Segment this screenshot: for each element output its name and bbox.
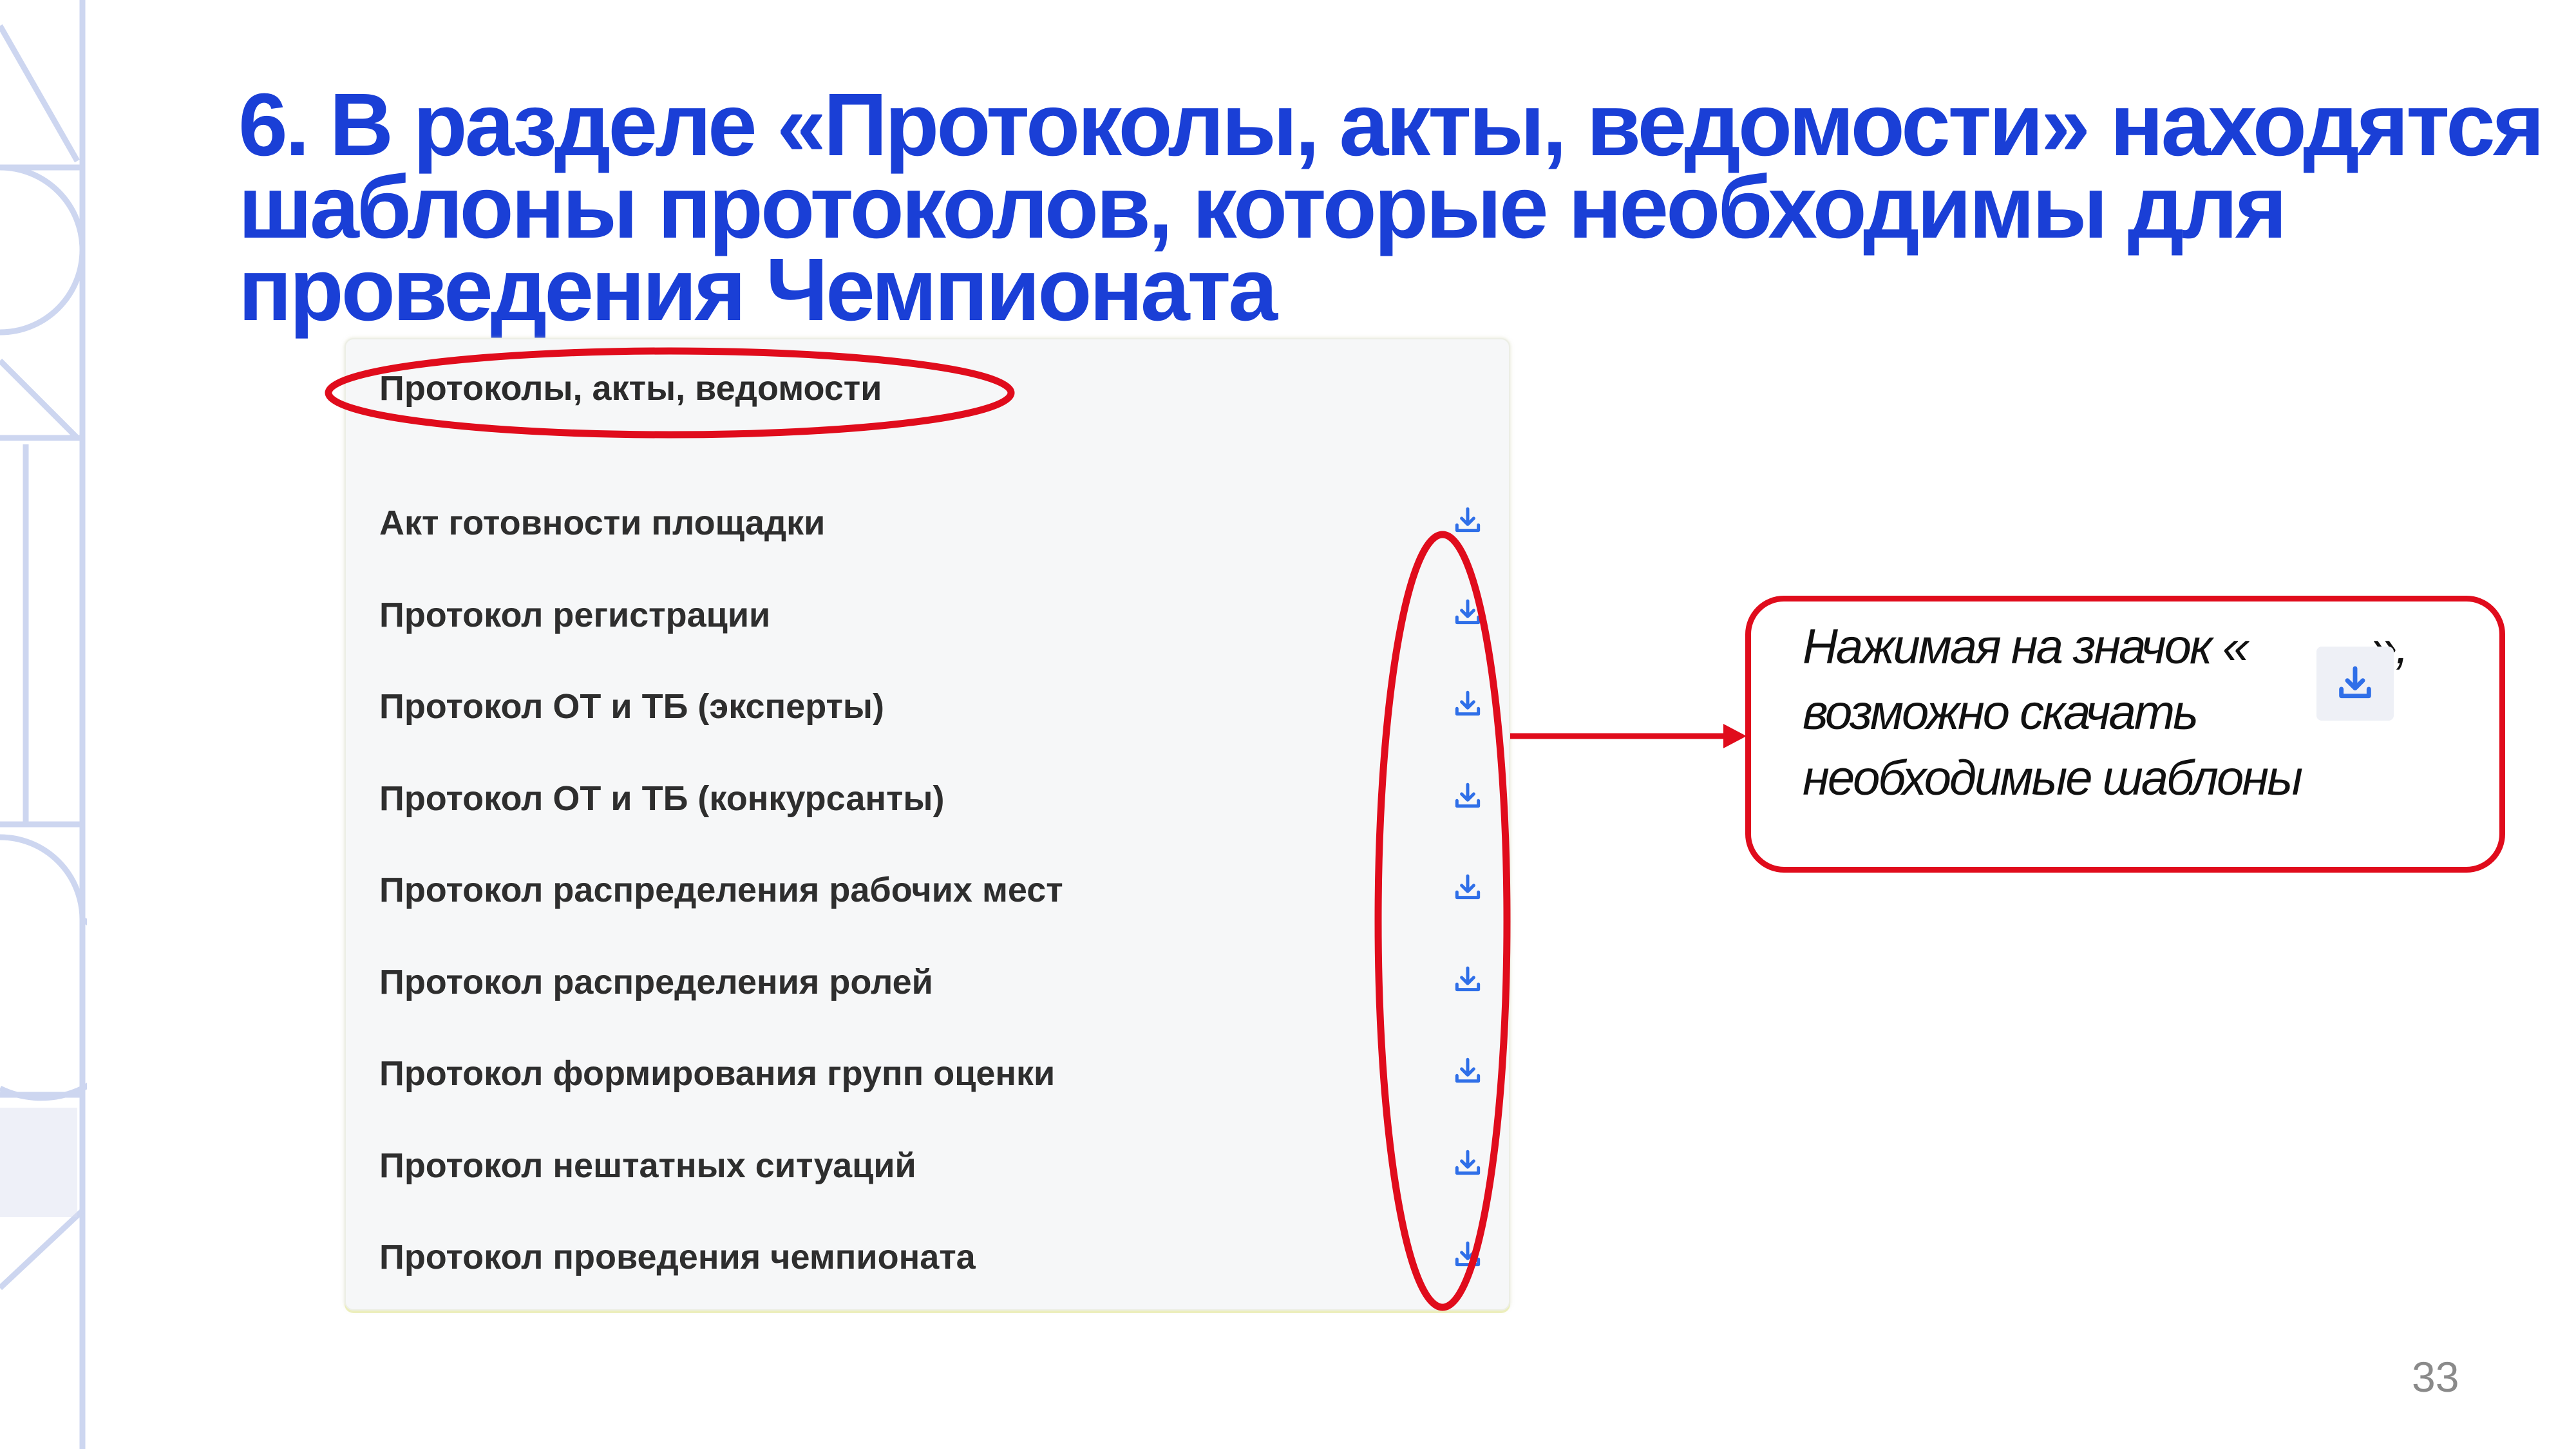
list-item-label: Акт готовности площадки xyxy=(379,504,826,542)
list-item[interactable]: Протокол проведения чемпионата xyxy=(379,1223,1509,1287)
callout-line-2: возможно скачать xyxy=(1803,685,2199,740)
list-item[interactable]: Протокол распределения ролей xyxy=(379,948,1509,1012)
download-icon[interactable] xyxy=(1452,964,1484,996)
download-icon xyxy=(2339,666,2371,699)
list-item-label: Протокол ОТ и ТБ (эксперты) xyxy=(379,687,885,726)
list-item[interactable]: Протокол ОТ и ТБ (эксперты) xyxy=(379,672,1509,737)
download-icon[interactable] xyxy=(1452,781,1484,813)
callout-download-icon-box xyxy=(2316,647,2394,721)
list-item-label: Протокол формирования групп оценки xyxy=(379,1054,1056,1093)
download-icon[interactable] xyxy=(1452,1239,1484,1271)
list-item-label: Протокол нештатных ситуаций xyxy=(379,1146,916,1185)
download-icon[interactable] xyxy=(1452,505,1484,537)
list-item[interactable]: Акт готовности площадки xyxy=(379,489,1509,553)
protocols-panel-screenshot: Протоколы, акты, ведомости Акт готовност… xyxy=(345,338,1510,1311)
pointer-arrow-head xyxy=(1723,724,1747,748)
download-icon[interactable] xyxy=(1452,1056,1484,1088)
download-icon[interactable] xyxy=(1452,688,1484,721)
list-item-label: Протокол проведения чемпионата xyxy=(379,1238,976,1276)
list-item-label: Протокол ОТ и ТБ (конкурсанты) xyxy=(379,779,945,818)
download-icon[interactable] xyxy=(1452,872,1484,904)
callout-text: Нажимая на значок «», возможно скачать н… xyxy=(1803,614,2498,811)
list-item[interactable]: Протокол распределения рабочих мест xyxy=(379,856,1509,920)
list-item[interactable]: Протокол нештатных ситуаций xyxy=(379,1132,1509,1196)
list-item[interactable]: Протокол ОТ и ТБ (конкурсанты) xyxy=(379,764,1509,829)
list-item-label: Протокол распределения ролей xyxy=(379,963,933,1001)
callout-box: Нажимая на значок «», возможно скачать н… xyxy=(1745,596,2505,873)
page-number: 33 xyxy=(2412,1353,2459,1401)
list-item-label: Протокол регистрации xyxy=(379,596,771,634)
list-item[interactable]: Протокол формирования групп оценки xyxy=(379,1039,1509,1104)
callout-line-3: необходимые шаблоны xyxy=(1803,751,2303,806)
download-icon[interactable] xyxy=(1452,1148,1484,1180)
download-icon[interactable] xyxy=(1452,597,1484,629)
slide-title-line-2: шаблоны протоколов, которые необходимы д… xyxy=(238,158,2287,257)
list-item-label: Протокол распределения рабочих мест xyxy=(379,871,1063,909)
panel-header[interactable]: Протоколы, акты, ведомости xyxy=(379,368,882,408)
slide-title-line-3: проведения Чемпионата xyxy=(238,240,1278,339)
slide-title-line-1: 6. В разделе «Протоколы, акты, ведомости… xyxy=(238,75,2544,175)
decorative-side-pattern xyxy=(0,0,87,1449)
slide-title: 6. В разделе «Протоколы, акты, ведомости… xyxy=(238,75,2544,339)
callout-line-1-start: Нажимая на значок « xyxy=(1803,620,2249,674)
list-item[interactable]: Протокол регистрации xyxy=(379,581,1509,645)
